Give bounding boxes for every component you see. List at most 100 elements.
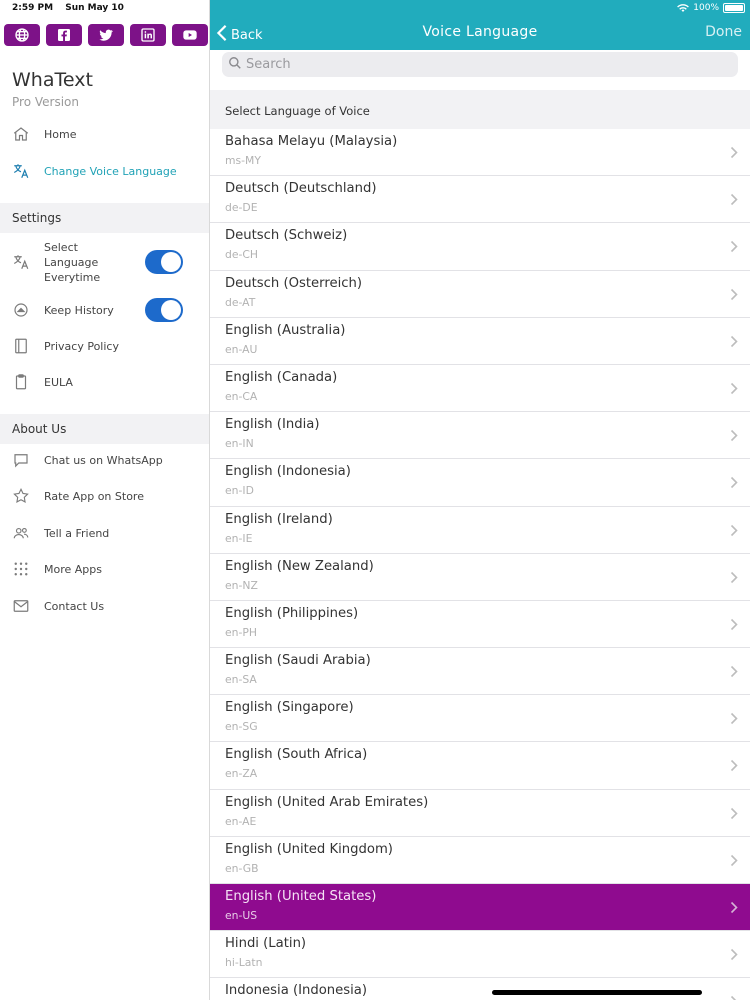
chevron-right-icon xyxy=(730,429,738,442)
language-name: English (Singapore) xyxy=(225,700,354,716)
search-box[interactable] xyxy=(222,52,738,77)
sidebar-item-label: Chat us on WhatsApp xyxy=(44,453,163,467)
language-code: en-IN xyxy=(225,437,254,451)
sidebar-item-label: More Apps xyxy=(44,562,102,576)
sidebar-item-chat-whatsapp[interactable]: Chat us on WhatsApp xyxy=(0,442,209,478)
language-name: English (New Zealand) xyxy=(225,558,374,574)
language-name: Deutsch (Osterreich) xyxy=(225,275,363,291)
language-code: en-SG xyxy=(225,720,258,734)
sidebar-item-label: Rate App on Store xyxy=(44,489,144,503)
language-name: English (Philippines) xyxy=(225,605,359,621)
language-row[interactable]: English (Philippines) en-PH xyxy=(210,600,750,649)
language-code: en-AE xyxy=(225,814,257,828)
sidebar-item-label: Change Voice Language xyxy=(44,164,177,178)
language-code: en-IE xyxy=(225,531,253,545)
language-code: de-AT xyxy=(225,295,256,309)
sidebar-item-eula[interactable]: EULA xyxy=(0,364,209,400)
translate-icon xyxy=(12,253,30,271)
chevron-right-icon xyxy=(730,524,738,537)
language-name: Indonesia (Indonesia) xyxy=(225,983,368,999)
chevron-right-icon xyxy=(730,807,738,820)
sidebar-item-label: Keep History xyxy=(44,303,114,317)
social-links xyxy=(4,24,208,46)
language-list: Bahasa Melayu (Malaysia) ms-MY Deutsch (De… xyxy=(210,129,750,1000)
facebook-button[interactable] xyxy=(46,24,82,46)
chevron-right-icon xyxy=(730,854,738,867)
status-time: 2:59 PM xyxy=(12,3,54,13)
chat-icon xyxy=(12,451,30,469)
done-button[interactable]: Done xyxy=(705,24,742,40)
chevron-right-icon xyxy=(730,288,738,301)
history-icon xyxy=(12,301,30,319)
sidebar-item-tell-a-friend[interactable]: Tell a Friend xyxy=(0,515,209,551)
chevron-right-icon xyxy=(730,901,738,914)
language-name: English (Canada) xyxy=(225,369,338,385)
sidebar-item-label: Privacy Policy xyxy=(44,339,119,353)
website-button[interactable] xyxy=(4,24,40,46)
linkedin-icon xyxy=(140,27,156,43)
language-row[interactable]: English (Indonesia) en-ID xyxy=(210,459,750,507)
status-date: Sun May 10 xyxy=(65,3,124,13)
language-row[interactable]: English (United Arab Emirates) en-AE xyxy=(210,789,750,837)
language-code: en-PH xyxy=(225,625,258,639)
language-row[interactable]: English (South Africa) en-ZA xyxy=(210,742,750,790)
chevron-right-icon xyxy=(730,476,738,489)
linkedin-button[interactable] xyxy=(130,24,166,46)
youtube-icon xyxy=(182,27,198,43)
sidebar-item-home[interactable]: Home xyxy=(0,116,209,152)
language-name: English (Saudi Arabia) xyxy=(225,653,371,669)
language-code: en-GB xyxy=(225,861,259,875)
app-subtitle: Pro Version xyxy=(12,95,79,109)
language-row[interactable]: Deutsch (Osterreich) de-AT xyxy=(210,270,750,318)
language-name: English (Indonesia) xyxy=(225,464,351,480)
language-code: en-US xyxy=(225,909,258,922)
status-bar-right: 100% xyxy=(677,3,745,13)
language-row[interactable]: English (Australia) en-AU xyxy=(210,317,750,365)
language-row[interactable]: Bahasa Melayu (Malaysia) ms-MY xyxy=(210,129,750,177)
language-name: English (India) xyxy=(225,417,320,433)
select-language-everytime-toggle[interactable] xyxy=(145,250,183,274)
language-row[interactable]: Hindi (Latin) hi-Latn xyxy=(210,931,750,979)
youtube-button[interactable] xyxy=(172,24,208,46)
star-icon xyxy=(12,487,30,505)
chevron-right-icon xyxy=(730,240,738,253)
chevron-right-icon xyxy=(730,571,738,584)
page-title: Voice Language xyxy=(422,24,538,40)
chevron-right-icon xyxy=(730,382,738,395)
search-bar xyxy=(210,50,750,90)
language-row[interactable]: Deutsch (Schweiz) de-CH xyxy=(210,223,750,271)
sidebar-item-select-language-everytime: Select Language Everytime xyxy=(0,237,209,287)
sidebar-item-more-apps[interactable]: More Apps xyxy=(0,551,209,587)
language-row[interactable]: English (Saudi Arabia) en-SA xyxy=(210,648,750,696)
people-icon xyxy=(12,524,30,542)
search-input[interactable] xyxy=(246,57,646,72)
language-name: English (Australia) xyxy=(225,322,346,338)
sidebar-item-rate-app[interactable]: Rate App on Store xyxy=(0,478,209,514)
language-row[interactable]: English (Singapore) en-SG xyxy=(210,695,750,743)
language-code: en-SA xyxy=(225,673,257,687)
twitter-button[interactable] xyxy=(88,24,124,46)
sidebar-item-contact-us[interactable]: Contact Us xyxy=(0,588,209,624)
sidebar-item-privacy-policy[interactable]: Privacy Policy xyxy=(0,328,209,364)
language-row[interactable]: English (Ireland) en-IE xyxy=(210,506,750,554)
language-row[interactable]: English (Canada) en-CA xyxy=(210,364,750,413)
grid-icon xyxy=(12,560,30,578)
language-code: de-CH xyxy=(225,248,259,262)
language-code: hi-Latn xyxy=(225,956,263,970)
keep-history-toggle[interactable] xyxy=(145,298,183,322)
language-name: English (Ireland) xyxy=(225,511,333,527)
sidebar-item-change-voice-language[interactable]: Change Voice Language xyxy=(0,153,209,189)
language-name: Deutsch (Schweiz) xyxy=(225,228,348,244)
language-code: en-CA xyxy=(225,389,258,403)
clipboard-icon xyxy=(12,373,30,391)
chevron-right-icon xyxy=(730,335,738,348)
language-row[interactable]: English (New Zealand) en-NZ xyxy=(210,553,750,601)
language-code: en-ZA xyxy=(225,767,258,781)
language-row[interactable]: Deutsch (Deutschland) de-DE xyxy=(210,176,750,224)
language-row[interactable]: English (India) en-IN xyxy=(210,412,750,460)
mail-icon xyxy=(12,597,30,615)
chevron-right-icon xyxy=(730,193,738,206)
language-row[interactable]: English (United States) en-US xyxy=(210,884,750,932)
language-row[interactable]: English (United Kingdom) en-GB xyxy=(210,836,750,884)
home-indicator xyxy=(492,990,702,995)
